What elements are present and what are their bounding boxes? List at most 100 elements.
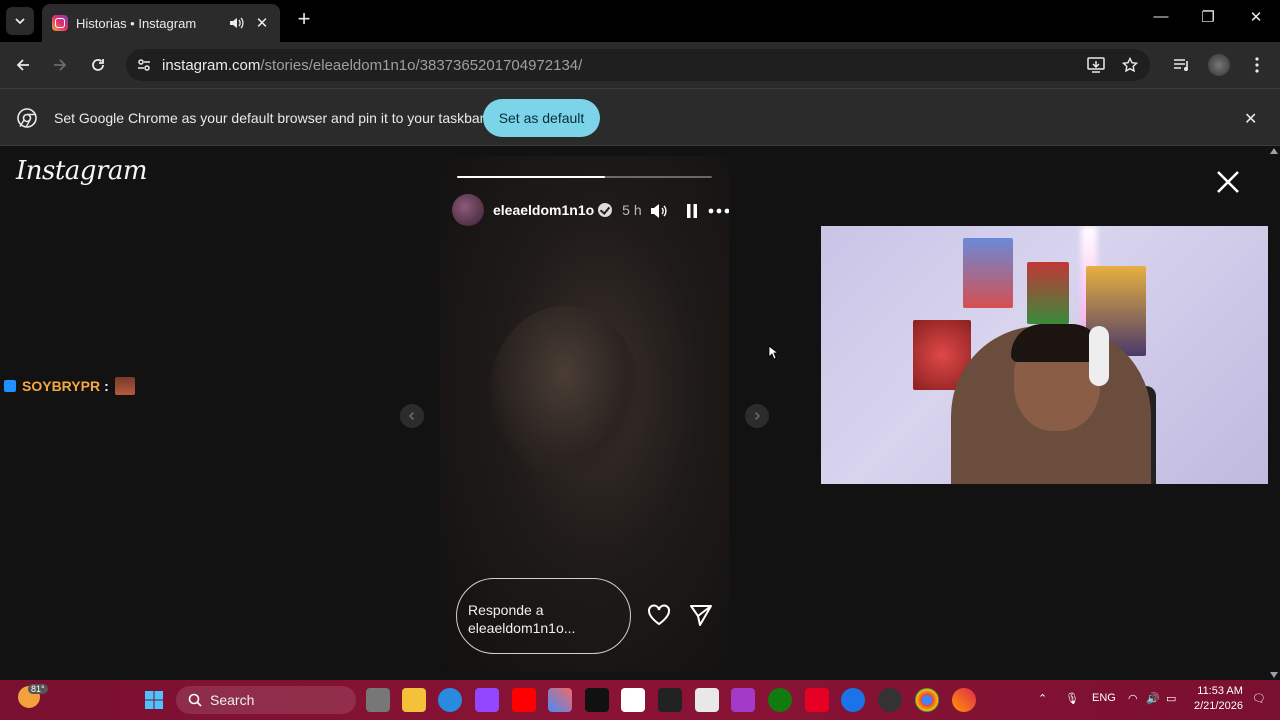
forward-button[interactable]	[48, 53, 72, 77]
arrow-right-icon	[54, 59, 67, 71]
speaker-icon[interactable]	[228, 16, 246, 30]
story-avatar[interactable]	[452, 194, 484, 226]
chevron-right-icon	[754, 411, 761, 421]
infobar-close-icon[interactable]: ✕	[1244, 109, 1257, 129]
youtube-icon[interactable]	[512, 688, 536, 712]
taskbar-search[interactable]: Search	[176, 686, 356, 714]
story-progress-bar	[457, 176, 712, 178]
chrome-logo-icon	[17, 108, 37, 128]
tab-close-icon[interactable]: ✕	[254, 14, 270, 32]
windows-logo-icon	[145, 691, 163, 709]
gmail-icon[interactable]	[621, 688, 645, 712]
xbox-icon[interactable]	[768, 688, 792, 712]
verified-badge-icon	[598, 203, 613, 217]
start-button[interactable]	[142, 688, 166, 712]
url-path: /stories/eleaeldom1n1o/38373652017049721…	[260, 56, 583, 74]
chrome-menu-icon[interactable]	[1245, 53, 1269, 77]
chat-separator: :	[104, 378, 109, 394]
chevron-left-icon	[408, 411, 415, 421]
tab-instagram[interactable]: Historias • Instagram ✕	[42, 4, 280, 42]
more-dots-icon	[708, 208, 729, 214]
chat-emote-icon	[114, 377, 135, 395]
scroll-up-arrow-icon[interactable]	[1270, 148, 1278, 154]
system-clock[interactable]: 11:53 AM 2/21/2026	[1194, 684, 1243, 714]
back-button[interactable]	[11, 53, 35, 77]
tray-overflow-icon[interactable]: ⌃	[1038, 692, 1047, 705]
arrow-left-icon	[16, 59, 29, 71]
headset	[1089, 326, 1109, 386]
wall-poster	[1027, 262, 1069, 324]
instagram-logo[interactable]: Instagram	[16, 156, 148, 186]
search-label: Search	[210, 692, 255, 708]
chevron-down-icon	[15, 18, 25, 25]
mouse-cursor-icon	[768, 345, 778, 360]
search-icon	[188, 693, 202, 707]
new-tab-button[interactable]: +	[292, 8, 316, 32]
browser-toolbar: instagram.com/stories/eleaeldom1n1o/3837…	[0, 42, 1280, 88]
capcut-icon[interactable]	[658, 688, 682, 712]
story-timestamp: 5 h	[622, 202, 642, 218]
edge-icon[interactable]	[438, 688, 462, 712]
obs-icon[interactable]	[878, 688, 902, 712]
story-reply-input[interactable]: Responde a eleaeldom1n1o...	[456, 578, 631, 654]
chat-username: SOYBRYPR	[22, 378, 101, 394]
weather-temp: 81°	[28, 684, 48, 694]
volume-icon[interactable]: 🔊	[1146, 692, 1160, 705]
address-bar[interactable]: instagram.com/stories/eleaeldom1n1o/3837…	[126, 49, 1150, 81]
default-browser-infobar: Set Google Chrome as your default browse…	[0, 88, 1280, 146]
profile-avatar[interactable]	[1207, 53, 1231, 77]
minimize-button[interactable]: —	[1138, 8, 1184, 25]
instagram-story-page: Instagram SOYBRYPR : eleaeldom1n1o 5 h R…	[0, 146, 1280, 680]
firefox-icon[interactable]	[952, 688, 976, 712]
next-story-button[interactable]	[745, 404, 769, 428]
site-settings-icon[interactable]	[136, 57, 152, 73]
instagram-app-icon[interactable]	[731, 688, 755, 712]
tab-strip: Historias • Instagram ✕ + — ❐ ✕	[0, 0, 1280, 42]
pinterest-icon[interactable]	[805, 688, 829, 712]
story-options-button[interactable]	[708, 200, 729, 222]
story-viewer[interactable]: eleaeldom1n1o 5 h Responde a eleaeldom1n…	[440, 156, 729, 672]
story-username[interactable]: eleaeldom1n1o	[493, 202, 594, 218]
story-media	[490, 306, 640, 476]
language-indicator[interactable]: ENG	[1092, 692, 1116, 704]
battery-icon[interactable]: ▭	[1166, 692, 1176, 705]
microphone-icon[interactable]: 🎙	[1065, 692, 1079, 705]
copilot-icon[interactable]	[548, 688, 572, 712]
send-icon[interactable]	[688, 602, 714, 628]
file-explorer-icon[interactable]	[402, 688, 426, 712]
set-as-default-button[interactable]: Set as default	[483, 99, 600, 137]
tab-search-button[interactable]	[6, 7, 34, 35]
stream-chat-message: SOYBRYPR :	[4, 377, 135, 395]
notification-icon[interactable]: 🗨	[1252, 692, 1266, 705]
heart-icon[interactable]	[646, 602, 672, 628]
install-app-icon[interactable]	[1084, 53, 1108, 77]
infobar-message: Set Google Chrome as your default browse…	[54, 110, 485, 126]
twitch-icon[interactable]	[475, 688, 499, 712]
close-story-icon[interactable]	[1214, 168, 1242, 196]
close-window-button[interactable]: ✕	[1233, 8, 1279, 26]
wifi-icon[interactable]: ◠	[1128, 692, 1138, 705]
chrome-taskbar-icon[interactable]	[915, 688, 939, 712]
windows-taskbar: 81° Search ⌃ 🎙 ENG ◠ 🔊 ▭ 11:53 AM 2/21/2…	[0, 680, 1280, 720]
pause-button[interactable]	[681, 200, 703, 222]
maximize-button[interactable]: ❐	[1185, 8, 1231, 26]
story-header: eleaeldom1n1o 5 h	[452, 194, 729, 226]
previous-story-button[interactable]	[400, 404, 424, 428]
ccleaner-icon[interactable]	[841, 688, 865, 712]
media-control-icon[interactable]	[1170, 53, 1194, 77]
clock-date: 2/21/2026	[1194, 700, 1243, 712]
mute-button[interactable]	[648, 200, 670, 222]
task-view-icon[interactable]	[366, 688, 390, 712]
instagram-favicon-icon	[52, 15, 68, 31]
store-icon[interactable]	[695, 688, 719, 712]
bookmark-star-icon[interactable]	[1118, 53, 1142, 77]
tab-title: Historias • Instagram	[76, 15, 197, 31]
story-progress-fill	[457, 176, 605, 178]
chat-badge-icon	[4, 380, 16, 392]
reload-button[interactable]	[86, 53, 110, 77]
webcam-overlay	[821, 226, 1280, 484]
page-scrollbar[interactable]	[1268, 146, 1280, 680]
scroll-down-arrow-icon[interactable]	[1270, 672, 1278, 678]
tiktok-icon[interactable]	[585, 688, 609, 712]
wall-poster	[963, 238, 1013, 308]
